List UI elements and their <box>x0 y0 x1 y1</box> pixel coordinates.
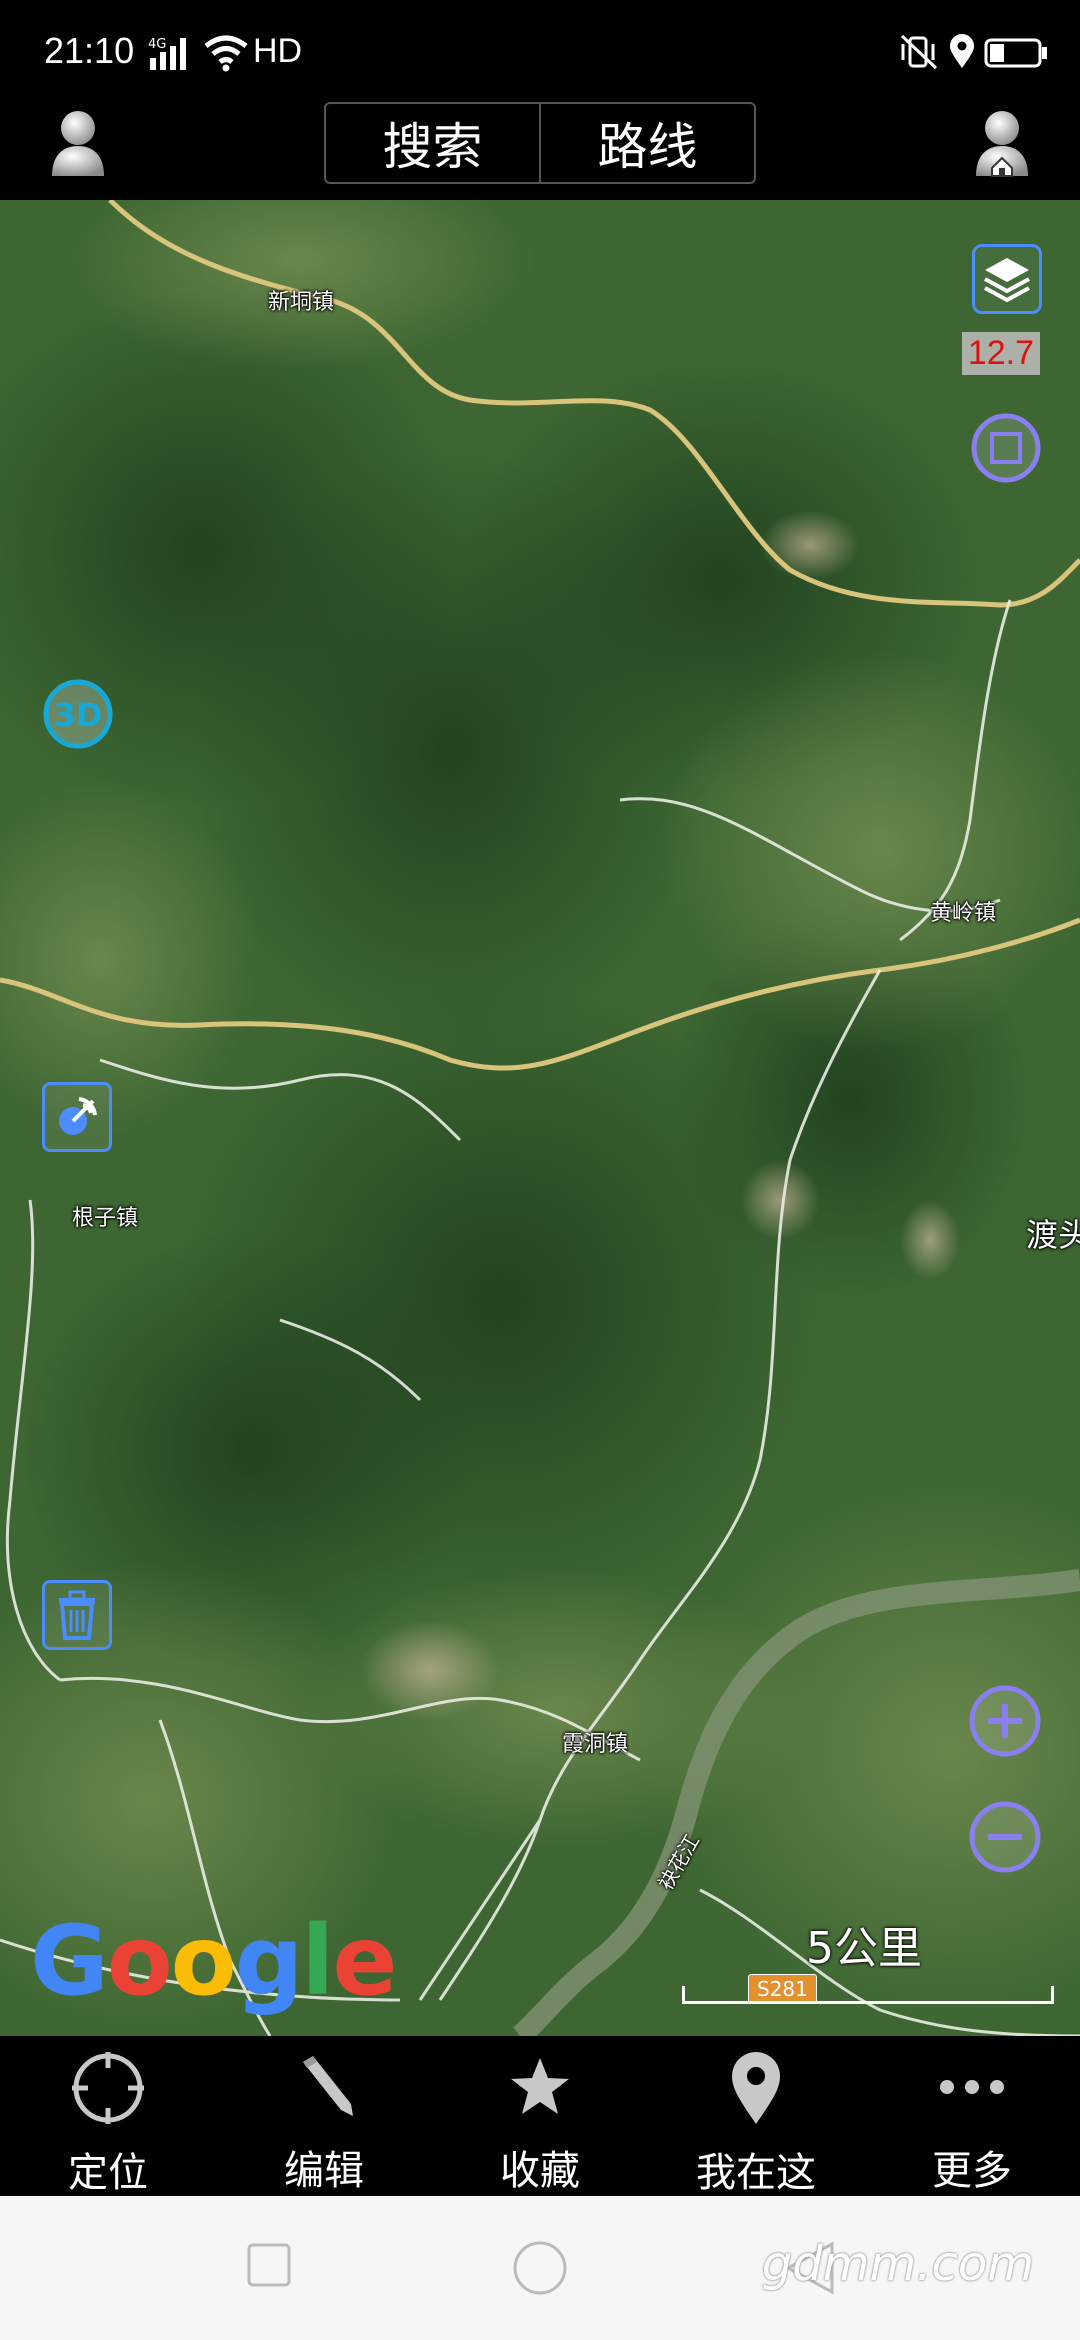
scale-bar <box>682 1986 1054 2004</box>
user-icon <box>52 111 104 176</box>
tab-search[interactable]: 搜索 <box>326 104 539 182</box>
vibrate-off-icon <box>900 34 938 70</box>
compass-button[interactable] <box>42 1082 112 1152</box>
map-pin-icon <box>732 2052 780 2124</box>
hd-indicator: HD <box>253 32 303 70</box>
satellite-imagery <box>0 200 1080 2036</box>
google-letter: e <box>332 1905 397 2017</box>
nav-more[interactable]: 更多 <box>864 2036 1080 2196</box>
zoom-level-indicator: 12.7 <box>961 332 1040 375</box>
home-icon[interactable] <box>512 2240 568 2296</box>
user-home-icon <box>976 111 1028 177</box>
fullscreen-button[interactable] <box>970 412 1042 484</box>
layers-icon <box>984 258 1030 303</box>
svg-text:4G: 4G <box>148 37 166 52</box>
user-profile-button[interactable] <box>50 108 106 182</box>
clear-button[interactable] <box>42 1580 112 1650</box>
zoom-in-button[interactable] <box>968 1684 1042 1758</box>
place-label: 霞洞镇 <box>562 1732 629 1757</box>
place-label: 新垌镇 <box>268 290 335 315</box>
battery-icon <box>984 38 1047 68</box>
plus-icon <box>969 1685 1041 1757</box>
star-icon <box>511 2058 569 2114</box>
cellular-signal-icon: 4G <box>148 37 186 70</box>
status-right-icons <box>900 34 1047 70</box>
nav-label: 编辑 <box>284 2148 364 2194</box>
nav-favorite[interactable]: 收藏 <box>432 2036 648 2196</box>
app-header: 搜索 路线 <box>0 100 1080 200</box>
nav-label: 更多 <box>932 2148 1012 2194</box>
place-label: 根子镇 <box>72 1206 139 1231</box>
recents-icon[interactable] <box>246 2242 292 2288</box>
tab-route[interactable]: 路线 <box>539 104 754 182</box>
google-letter: g <box>234 1905 304 2017</box>
search-route-switch: 搜索 路线 <box>324 102 756 184</box>
fullscreen-icon <box>971 413 1041 483</box>
wifi-icon <box>204 35 248 72</box>
place-label: 黄岭镇 <box>930 901 997 926</box>
scale-label: 5公里 <box>806 1923 922 1974</box>
3d-icon: 3D <box>43 679 113 749</box>
watermark: gdmm.com <box>761 2236 1034 2292</box>
nav-im-here[interactable]: 我在这 <box>648 2036 864 2196</box>
system-nav-bar: gdmm.com <box>0 2196 1080 2340</box>
zoom-out-button[interactable] <box>968 1800 1042 1874</box>
3d-toggle-button[interactable]: 3D <box>42 678 114 750</box>
status-time: 21:10 <box>44 30 135 71</box>
google-letter: l <box>301 1905 334 2017</box>
pencil-icon <box>303 2056 353 2116</box>
nav-label: 收藏 <box>500 2148 580 2194</box>
google-logo: Google <box>30 1905 397 2017</box>
crosshair-icon <box>72 2052 144 2124</box>
satellite-map[interactable]: 新垌镇 黄岭镇 根子镇 霞洞镇 渡头 袂花江 S281 12.7 3D Goog… <box>0 200 1080 2036</box>
home-user-button[interactable] <box>974 108 1030 182</box>
location-pin-icon <box>950 34 974 68</box>
layers-button[interactable] <box>972 244 1042 314</box>
nav-edit[interactable]: 编辑 <box>216 2036 432 2196</box>
google-letter: o <box>106 1905 173 2017</box>
compass-icon <box>59 1097 97 1135</box>
more-dots-icon <box>940 2080 1004 2094</box>
minus-icon <box>969 1801 1041 1873</box>
trash-icon <box>59 1590 95 1640</box>
nav-locate[interactable]: 定位 <box>0 2036 216 2196</box>
3d-label: 3D <box>54 696 103 734</box>
google-letter: o <box>170 1905 237 2017</box>
bottom-navigation: 定位 编辑 收藏 我在这 更多 <box>0 2036 1080 2196</box>
google-letter: G <box>30 1905 109 2017</box>
place-label: 渡头 <box>1026 1216 1080 1254</box>
status-bar: 21:10 4G HD <box>0 0 1080 100</box>
nav-label: 定位 <box>68 2150 148 2196</box>
nav-label: 我在这 <box>696 2150 816 2196</box>
